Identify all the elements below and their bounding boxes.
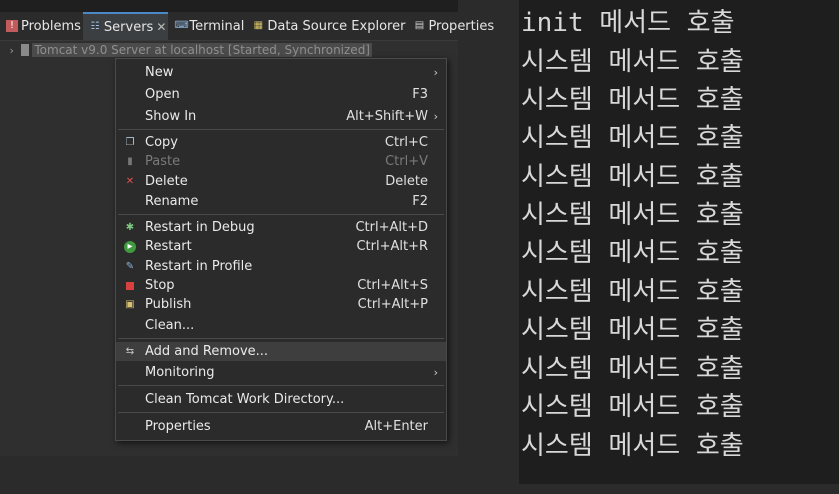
menu-item-label: Restart in Profile [145, 259, 253, 274]
menu-item-label: Restart [145, 239, 192, 254]
menu-item-label: Monitoring [145, 365, 215, 380]
menu-item-label: Properties [145, 419, 211, 434]
console-line: 시스템 메서드 호출 [521, 315, 744, 345]
menu-item-label: Publish [145, 297, 192, 312]
menu-item-stop[interactable]: Stop Ctrl+Alt+S [116, 276, 446, 295]
eclipse-servers-view: ! Problems ☷ Servers ✕ ⌨ Terminal ▦ Data… [0, 0, 494, 456]
tab-label: Data Source Explorer [267, 18, 406, 34]
menu-item-shortcut: Ctrl+V [385, 154, 428, 169]
menu-item-restart[interactable]: ▸ Restart Ctrl+Alt+R [116, 237, 446, 256]
menu-item-restart-in-profile[interactable]: ✎ Restart in Profile [116, 257, 446, 276]
menu-item-paste: ▮ Paste Ctrl+V [116, 152, 446, 171]
stop-icon [124, 280, 136, 292]
menu-item-shortcut: Alt+Shift+W [346, 109, 428, 124]
servers-icon: ☷ [90, 21, 100, 32]
tab-label: Terminal [189, 18, 245, 34]
tab-label: Servers [103, 19, 154, 35]
tab-servers[interactable]: ☷ Servers ✕ [82, 12, 169, 40]
menu-item-label: Restart in Debug [145, 220, 255, 235]
menu-item-shortcut: Ctrl+Alt+S [357, 278, 428, 293]
console-line: 시스템 메서드 호출 [521, 47, 744, 77]
publish-icon: ▣ [125, 298, 135, 310]
menu-item-label: Show In [145, 109, 197, 124]
menu-item-shortcut: Alt+Enter [364, 419, 428, 434]
copy-icon: ❐ [125, 136, 135, 148]
menu-item-delete[interactable]: ✕ Delete Delete [116, 172, 446, 191]
tab-problems[interactable]: ! Problems [0, 12, 83, 40]
menu-item-shortcut: F3 [412, 87, 428, 102]
problems-icon: ! [6, 20, 18, 32]
profile-icon: ✎ [125, 260, 135, 272]
menu-item-shortcut: Ctrl+Alt+R [356, 239, 428, 254]
tab-properties[interactable]: ▤ Properties [407, 12, 496, 40]
menu-separator [118, 214, 444, 215]
server-icon [21, 44, 30, 56]
menu-item-label: Rename [145, 194, 199, 209]
menu-item-shortcut: Delete [385, 174, 428, 189]
menu-item-rename[interactable]: Rename F2 [116, 192, 446, 211]
close-icon[interactable]: ✕ [156, 20, 166, 34]
menu-item-label: New [145, 65, 174, 80]
menu-item-publish[interactable]: ▣ Publish Ctrl+Alt+P [116, 295, 446, 314]
console-line: 시스템 메서드 호출 [521, 277, 744, 307]
menu-item-restart-in-debug[interactable]: ✱ Restart in Debug Ctrl+Alt+D [116, 218, 446, 237]
paste-icon: ▮ [127, 155, 133, 167]
menu-separator [118, 412, 444, 413]
tree-row-tomcat-server[interactable]: › Tomcat v9.0 Server at localhost [Start… [0, 41, 372, 59]
menu-item-label: Paste [145, 154, 181, 169]
menu-item-shortcut: Ctrl+C [384, 135, 428, 150]
add-remove-icon: ⇆ [125, 345, 135, 357]
menu-item-label: Add and Remove... [145, 344, 269, 359]
tab-data-source-explorer[interactable]: ▦ Data Source Explorer [246, 12, 407, 40]
tab-terminal[interactable]: ⌨ Terminal [168, 12, 246, 40]
delete-icon: ✕ [125, 175, 135, 187]
restart-icon: ▸ [124, 240, 136, 253]
menu-separator [118, 129, 444, 130]
tab-label: Properties [428, 18, 495, 34]
terminal-icon: ⌨ [174, 20, 189, 31]
console-output: init 메서드 호출 시스템 메서드 호출 시스템 메서드 호출 시스템 메서… [519, 0, 839, 484]
console-line: 시스템 메서드 호출 [521, 354, 744, 384]
chevron-right-icon: › [433, 110, 438, 123]
console-line: init 메서드 호출 [521, 8, 735, 38]
menu-item-open[interactable]: Open F3 [116, 85, 446, 104]
view-tab-bar: ! Problems ☷ Servers ✕ ⌨ Terminal ▦ Data… [0, 12, 494, 41]
console-line: 시스템 메서드 호출 [521, 200, 744, 230]
menu-item-label: Delete [145, 174, 188, 189]
menu-item-label: Clean Tomcat Work Directory... [145, 392, 345, 407]
menu-item-shortcut: Ctrl+Alt+D [355, 220, 428, 235]
menu-item-label: Stop [145, 278, 175, 293]
menu-item-new[interactable]: New › [116, 63, 446, 82]
menu-item-label: Open [145, 87, 180, 102]
menu-item-clean[interactable]: Clean... [116, 316, 446, 335]
console-line: 시스템 메서드 호출 [521, 123, 744, 153]
menu-item-clean-tomcat-work-directory[interactable]: Clean Tomcat Work Directory... [116, 390, 446, 409]
menu-item-properties[interactable]: Properties Alt+Enter [116, 417, 446, 436]
chevron-right-icon[interactable]: › [6, 44, 17, 57]
data-source-icon: ▦ [253, 20, 264, 31]
console-line: 시스템 메서드 호출 [521, 392, 744, 422]
tab-label: Problems [21, 18, 81, 34]
console-line: 시스템 메서드 호출 [521, 162, 744, 192]
menu-item-shortcut: F2 [412, 194, 428, 209]
console-line: 시스템 메서드 호출 [521, 431, 744, 461]
server-label: Tomcat v9.0 Server at localhost [Started… [32, 43, 372, 57]
menu-item-show-in[interactable]: Show In Alt+Shift+W › [116, 107, 446, 126]
console-line: 시스템 메서드 호출 [521, 85, 744, 115]
menu-separator [118, 338, 444, 339]
menu-item-label: Clean... [145, 318, 195, 333]
menu-separator [118, 385, 444, 386]
properties-icon: ▤ [414, 20, 425, 31]
menu-item-monitoring[interactable]: Monitoring › [116, 363, 446, 382]
chevron-right-icon: › [433, 366, 438, 379]
console-line: 시스템 메서드 호출 [521, 238, 744, 268]
debug-icon: ✱ [125, 221, 135, 233]
chevron-right-icon: › [433, 66, 438, 79]
context-menu: New › Open F3 Show In Alt+Shift+W › ❐ Co… [115, 58, 447, 441]
menu-item-add-and-remove[interactable]: ⇆ Add and Remove... [116, 342, 446, 361]
toolbar-strip [0, 0, 458, 12]
menu-item-label: Copy [145, 135, 178, 150]
menu-item-shortcut: Ctrl+Alt+P [357, 297, 428, 312]
menu-item-copy[interactable]: ❐ Copy Ctrl+C [116, 133, 446, 152]
